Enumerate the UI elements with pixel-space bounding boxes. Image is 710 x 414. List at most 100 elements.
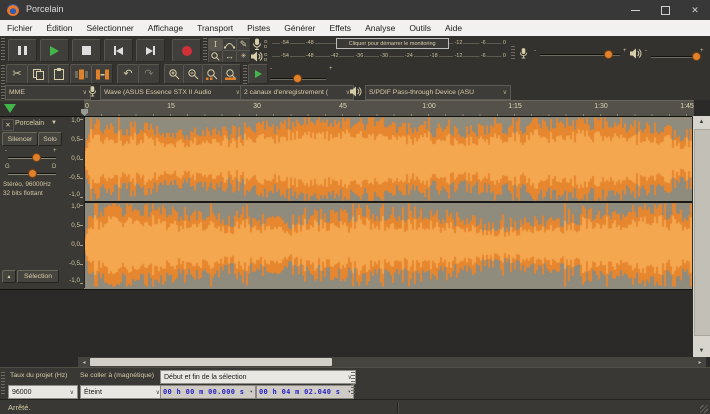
skip-end-button[interactable] [136, 39, 165, 62]
minimize-button[interactable] [620, 0, 650, 20]
menu-aide[interactable]: Aide [438, 20, 469, 36]
zoom-tool-button[interactable] [208, 50, 223, 63]
scroll-left-icon[interactable]: ◂ [78, 357, 90, 367]
menu-affichage[interactable]: Affichage [141, 20, 190, 36]
paste-button[interactable] [48, 64, 70, 84]
recording-device-dropdown[interactable]: Wave (ASUS Essence STX II Audio∨ [100, 85, 244, 100]
edit-toolbar-grip[interactable] [1, 65, 5, 85]
pan-knob[interactable] [28, 169, 37, 178]
scroll-right-icon[interactable]: ▸ [694, 357, 706, 367]
scroll-up-icon[interactable]: ▲ [693, 116, 710, 128]
play-at-speed-button[interactable] [248, 64, 268, 84]
vertical-scrollbar-thumb[interactable] [694, 129, 710, 336]
selection-start-field[interactable]: 00 h 00 m 00.000 s▾ [160, 385, 256, 399]
skip-start-button[interactable] [104, 39, 133, 62]
menu-analyse[interactable]: Analyse [358, 20, 402, 36]
play-volume-max: + [700, 48, 704, 54]
undo-icon: ↶ [123, 69, 132, 80]
copy-button[interactable] [27, 64, 49, 84]
edit-cursor [84, 117, 85, 288]
magnifier-icon [211, 52, 220, 61]
cut-button[interactable]: ✂ [6, 64, 28, 84]
vertical-scrollbar[interactable]: ▲ ▼ [693, 116, 710, 357]
selection-mode-dropdown[interactable]: Début et fin de la sélection∨ [160, 370, 356, 384]
gain-knob[interactable] [32, 153, 41, 162]
track-select-button[interactable]: Sélection [17, 270, 59, 283]
zoom-in-button[interactable] [164, 64, 184, 84]
speed-knob[interactable] [293, 74, 302, 83]
track-menu-icon[interactable]: ▼ [51, 120, 57, 126]
status-bar: Arrêté. [0, 399, 710, 414]
app-icon [7, 4, 19, 16]
fit-selection-button[interactable] [202, 64, 222, 84]
trim-audio-button[interactable] [70, 64, 92, 84]
tools-toolbar-grip[interactable] [203, 38, 207, 61]
selection-toolbar-grip[interactable] [1, 372, 5, 396]
time-toolbar-grip[interactable] [351, 372, 355, 396]
device-mic-icon [88, 85, 97, 98]
spinner-icon: ▾ [250, 390, 253, 395]
pan-slider[interactable] [8, 173, 56, 175]
undo-button[interactable]: ↶ [117, 64, 139, 84]
horizontal-scrollbar-thumb[interactable] [90, 358, 332, 366]
playback-device-dropdown[interactable]: S/PDIF Pass-through Device (ASU∨ [365, 85, 511, 100]
gain-slider[interactable] [8, 157, 56, 159]
monitoring-tooltip[interactable]: Cliquer pour démarrer le monitoring [336, 38, 449, 49]
silence-audio-button[interactable] [91, 64, 113, 84]
project-rate-dropdown[interactable]: 96000∨ [8, 385, 78, 399]
menu-outils[interactable]: Outils [402, 20, 438, 36]
pause-button[interactable] [8, 39, 37, 62]
waveform-channel-right[interactable] [84, 203, 692, 287]
menu-generer[interactable]: Générer [277, 20, 322, 36]
play-volume-slider[interactable] [651, 56, 697, 58]
redo-button[interactable]: ↷ [138, 64, 160, 84]
chevron-down-icon: ∨ [70, 389, 74, 396]
title-bar[interactable]: Porcelain ✕ [0, 0, 710, 20]
menu-selectionner[interactable]: Sélectionner [80, 20, 141, 36]
multi-tool-button[interactable]: ✳ [236, 50, 251, 63]
fit-project-button[interactable] [221, 64, 241, 84]
menu-bar: Fichier Édition Sélectionner Affichage T… [0, 20, 710, 37]
menu-effets[interactable]: Effets [322, 20, 358, 36]
waveform-channel-left[interactable] [84, 117, 692, 201]
solo-button[interactable]: Solo [38, 132, 62, 146]
recording-channels-dropdown[interactable]: 2 canaux d'enregistrement (∨ [240, 85, 354, 100]
menu-pistes[interactable]: Pistes [240, 20, 277, 36]
silence-icon [96, 69, 109, 80]
horizontal-scrollbar[interactable]: ◂ ▸ [78, 357, 706, 367]
maximize-button[interactable] [650, 0, 680, 20]
track-name[interactable]: Porcelain [15, 120, 44, 127]
close-icon: ✕ [691, 5, 699, 16]
scroll-down-icon[interactable]: ▼ [693, 345, 710, 357]
play-meter[interactable]: -54 -48 -42 -36 -30 -24 -18 -12 -6 0 [272, 51, 508, 62]
close-button[interactable]: ✕ [680, 0, 710, 20]
chevron-down-icon: ∨ [83, 89, 87, 96]
pinned-play-head-icon[interactable] [4, 104, 16, 113]
track-close-button[interactable]: ✕ [2, 119, 14, 131]
play-at-speed-grip[interactable] [243, 65, 247, 85]
mute-button[interactable]: Silencer [2, 132, 38, 146]
menu-fichier[interactable]: Fichier [0, 20, 40, 36]
envelope-icon [224, 41, 235, 49]
resize-grip[interactable] [700, 405, 708, 413]
speed-slider[interactable] [270, 78, 326, 80]
timeshift-tool-button[interactable]: ↔ [222, 50, 237, 63]
audio-host-dropdown[interactable]: MME∨ [5, 85, 91, 100]
gain-max-label: + [53, 148, 57, 154]
fit-project-icon [225, 69, 237, 80]
zoom-out-button[interactable] [183, 64, 203, 84]
play-button[interactable] [40, 39, 69, 62]
record-meter[interactable]: -54 -48 -12 -6 0 Cliquer pour démarrer l… [272, 38, 508, 49]
menu-transport[interactable]: Transport [190, 20, 240, 36]
menu-edition[interactable]: Édition [40, 20, 80, 36]
record-volume-knob[interactable] [604, 50, 613, 59]
vertical-scale-ruler[interactable]: 1,0 0,5 0,0 -0,5 -1,0 1,0 0,5 0,0 -0,5 -… [62, 116, 85, 290]
selection-end-field[interactable]: 00 h 04 m 02.040 s▾ [256, 385, 354, 399]
stop-button[interactable] [72, 39, 101, 62]
transport-toolbar-grip[interactable] [1, 38, 5, 61]
mixer-toolbar-grip[interactable] [511, 46, 515, 61]
track-collapse-button[interactable]: ▲ [2, 270, 16, 283]
record-volume-slider[interactable] [540, 54, 620, 56]
record-button[interactable] [172, 39, 201, 62]
snap-to-dropdown[interactable]: Éteint∨ [80, 385, 164, 399]
